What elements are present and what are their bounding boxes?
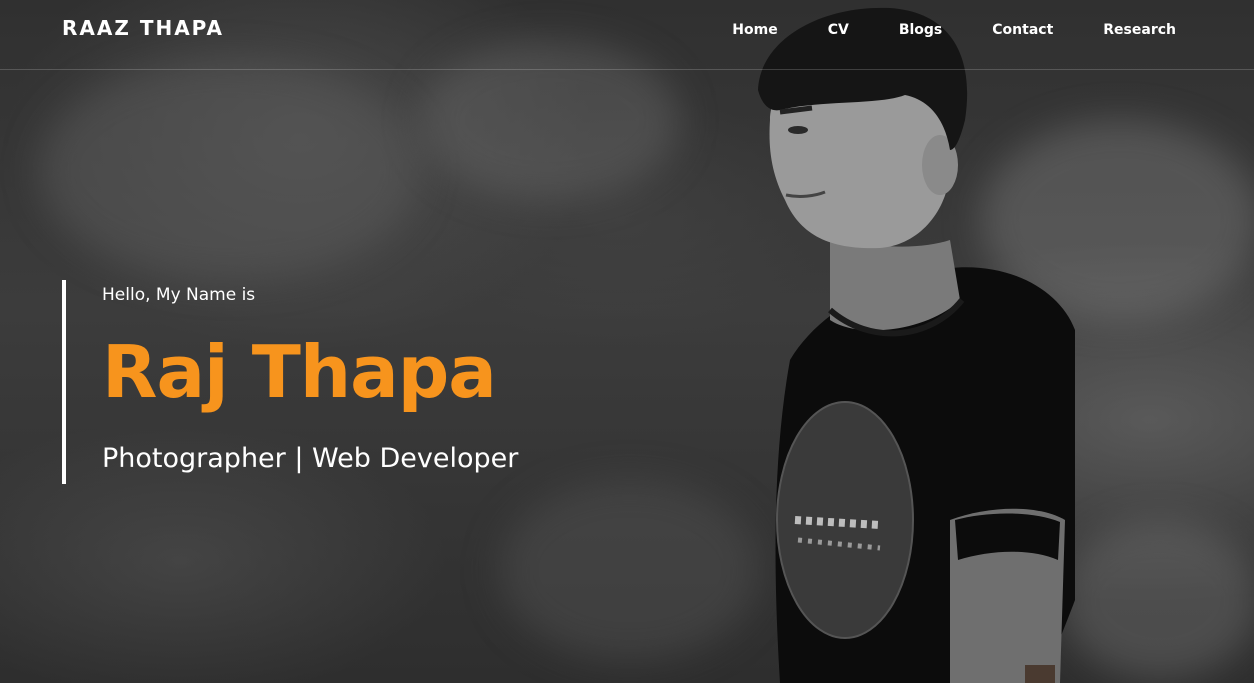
- hero-roles: Photographer | Web Developer: [102, 443, 519, 474]
- nav-link-blogs[interactable]: Blogs: [899, 22, 942, 38]
- nav-link-home[interactable]: Home: [732, 22, 777, 38]
- hero-name: Raj Thapa: [102, 330, 497, 414]
- nav-link-cv[interactable]: CV: [828, 22, 849, 38]
- nav-link-contact[interactable]: Contact: [992, 22, 1053, 38]
- top-navbar: RAAZ THAPA Home CV Blogs Contact Researc…: [0, 0, 1254, 70]
- site-logo[interactable]: RAAZ THAPA: [62, 16, 224, 40]
- nav-link-research[interactable]: Research: [1103, 22, 1176, 38]
- hero-intro: Hello, My Name is Raj Thapa Photographer…: [62, 280, 518, 484]
- main-nav: Home CV Blogs Contact Research: [732, 22, 1176, 38]
- greeting-text: Hello, My Name is: [102, 285, 256, 305]
